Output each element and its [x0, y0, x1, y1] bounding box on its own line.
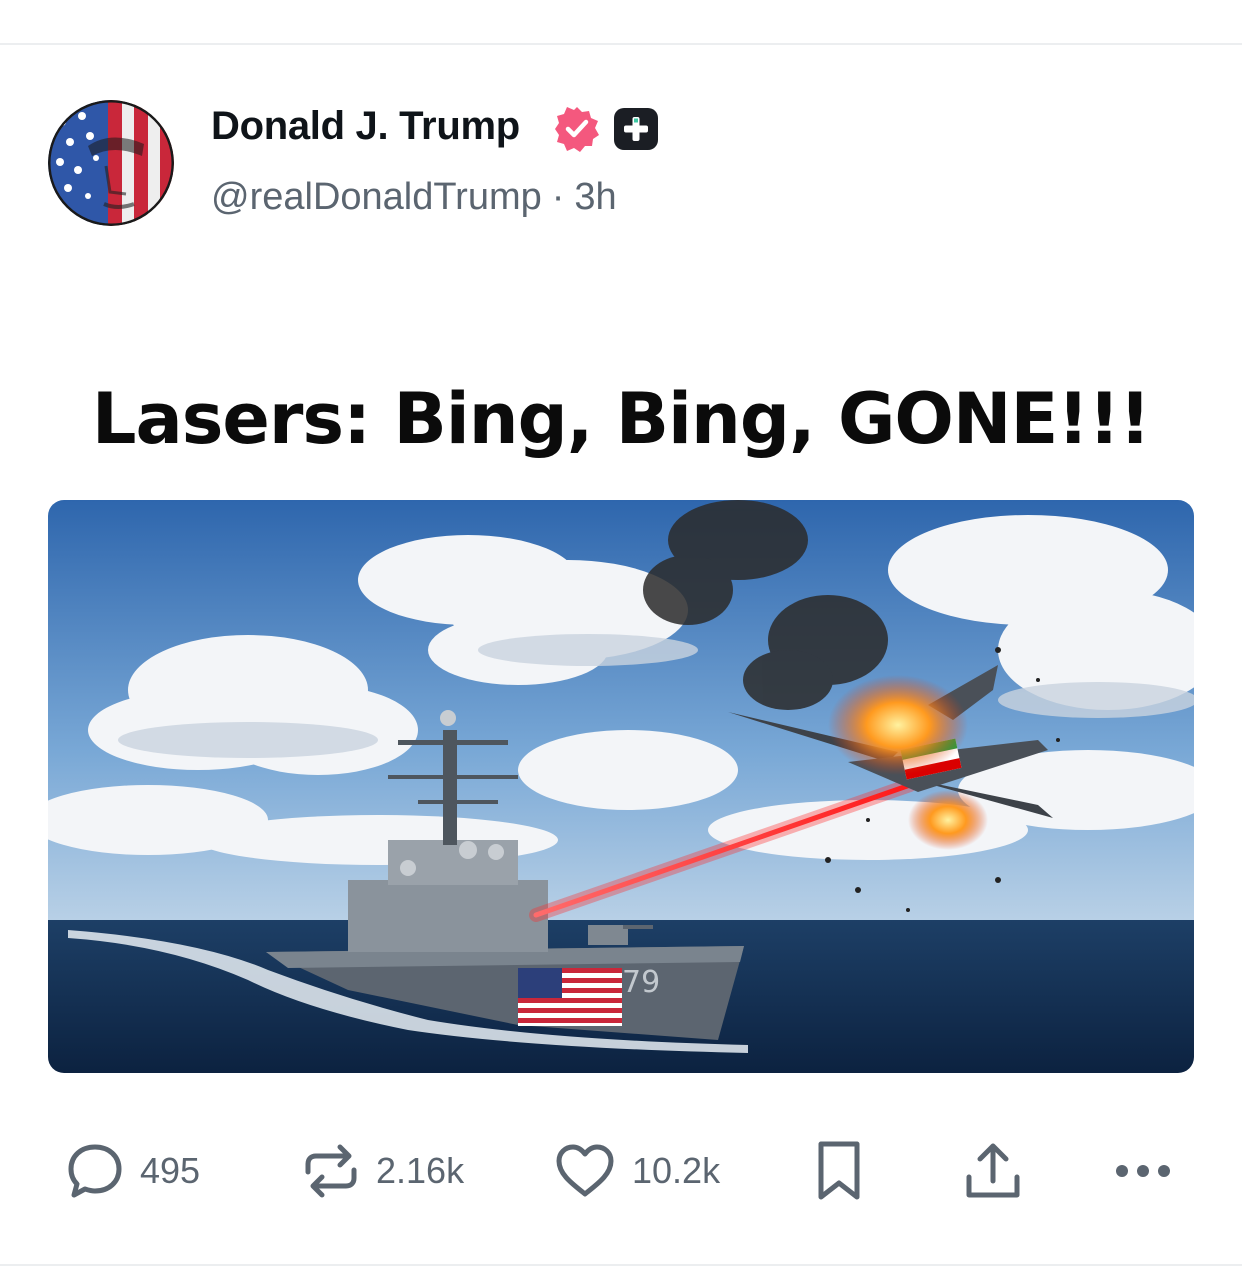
share-upload-icon [966, 1143, 1020, 1198]
warship-laser-drone-image: 79 [48, 500, 1194, 1073]
plus-subscriber-icon [614, 108, 658, 150]
verified-badge-icon [555, 107, 599, 152]
repost-icon [305, 1144, 357, 1198]
author-display-name[interactable]: Donald J. Trump [211, 104, 520, 149]
reply-button[interactable]: 495 [66, 1136, 200, 1206]
like-count: 10.2k [632, 1150, 721, 1191]
repost-count: 2.16k [376, 1150, 465, 1191]
more-options-button[interactable] [1110, 1136, 1176, 1206]
meta-separator: · [551, 176, 565, 218]
repost-button[interactable]: 2.16k [302, 1136, 464, 1206]
author-handle[interactable]: @realDonaldTrump [211, 176, 542, 218]
like-button[interactable]: 10.2k [554, 1136, 720, 1206]
bottom-divider [0, 1264, 1242, 1266]
share-button[interactable] [962, 1136, 1024, 1206]
post-text: Lasers: Bing, Bing, GONE!!! [91, 378, 1151, 460]
post-timestamp[interactable]: 3h [574, 176, 616, 218]
us-flag-on-hull [518, 968, 622, 1026]
post-action-bar: 495 2.16k 10.2k [0, 1136, 1242, 1206]
bookmark-icon [818, 1141, 860, 1200]
author-meta-line: @realDonaldTrump · 3h [211, 176, 617, 219]
reply-icon [68, 1144, 122, 1198]
more-dots-icon [1116, 1165, 1170, 1177]
post-media-image[interactable]: 79 [48, 500, 1194, 1073]
heart-icon [556, 1144, 614, 1197]
top-divider [0, 43, 1242, 45]
avatar-image [48, 100, 174, 226]
author-avatar[interactable] [48, 100, 174, 226]
bookmark-button[interactable] [812, 1136, 866, 1206]
reply-count: 495 [140, 1150, 201, 1191]
hull-number: 79 [622, 965, 660, 1000]
